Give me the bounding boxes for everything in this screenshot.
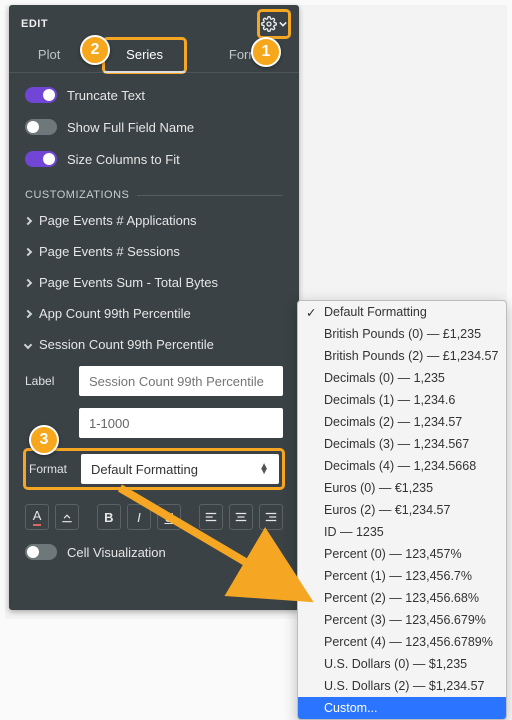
fill-color-button[interactable] [55,504,79,530]
menu-item[interactable]: Percent (3) — 123,456.679% [298,609,506,631]
toggle-fullname[interactable] [25,119,57,135]
menu-item[interactable]: Euros (0) — €1,235 [298,477,506,499]
format-select[interactable]: Default Formatting ▲▼ [81,454,279,484]
tab-plot[interactable]: Plot [24,39,74,72]
menu-item[interactable]: Default Formatting [298,301,506,323]
format-menu: Default Formatting British Pounds (0) — … [297,300,507,720]
accordion-item[interactable]: Page Events Sum - Total Bytes [9,267,299,298]
callout-1: 1 [251,37,281,67]
accordion-item[interactable]: Page Events # Sessions [9,236,299,267]
chevron-down-icon [24,340,32,348]
menu-item[interactable]: Percent (1) — 123,456.7% [298,565,506,587]
tab-series[interactable]: Series [104,39,185,72]
underline-button[interactable]: U [157,504,181,530]
menu-item[interactable]: British Pounds (2) — £1,234.57 [298,345,506,367]
select-arrows-icon: ▲▼ [259,464,269,474]
gear-icon[interactable] [259,11,289,37]
accordion-item[interactable]: Session Count 99th Percentile [9,329,299,360]
menu-item[interactable]: Percent (0) — 123,457% [298,543,506,565]
text-style-toolbar: A B I U [9,494,299,536]
menu-item[interactable]: Percent (2) — 123,456.68% [298,587,506,609]
bold-button[interactable]: B [97,504,121,530]
toggle-fit[interactable] [25,151,57,167]
align-left-button[interactable] [199,504,223,530]
panel-title: EDIT [21,18,48,30]
menu-item[interactable]: U.S. Dollars (2) — $1,234.57 [298,675,506,697]
accordion-label: Page Events # Sessions [39,244,180,259]
label-input[interactable] [79,366,283,396]
callout-3: 3 [29,425,59,455]
menu-item[interactable]: Euros (2) — €1,234.57 [298,499,506,521]
align-center-button[interactable] [229,504,253,530]
menu-item-custom[interactable]: Custom... [298,697,506,719]
menu-item[interactable]: Decimals (0) — 1,235 [298,367,506,389]
menu-item[interactable]: Percent (4) — 123,456.6789% [298,631,506,653]
label-label: Label [25,374,69,388]
range-input[interactable] [79,408,283,438]
section-customizations: CUSTOMIZATIONS [9,175,299,205]
chevron-right-icon [24,216,32,224]
align-right-button[interactable] [259,504,283,530]
menu-item[interactable]: Decimals (3) — 1,234.567 [298,433,506,455]
format-label: Format [29,462,73,476]
chevron-right-icon [24,309,32,317]
format-value: Default Formatting [91,462,198,477]
menu-item[interactable]: Decimals (1) — 1,234.6 [298,389,506,411]
toggle-label: Cell Visualization [67,545,166,560]
menu-item[interactable]: ID — 1235 [298,521,506,543]
chevron-right-icon [24,278,32,286]
accordion-label: Session Count 99th Percentile [39,337,214,352]
accordion-label: Page Events # Applications [39,213,197,228]
toggle-cellvis[interactable] [25,544,57,560]
accordion-label: Page Events Sum - Total Bytes [39,275,218,290]
menu-item[interactable]: Decimals (4) — 1,234.5668 [298,455,506,477]
chevron-right-icon [24,247,32,255]
toggle-label: Truncate Text [67,88,145,103]
accordion-item[interactable]: App Count 99th Percentile [9,298,299,329]
font-color-button[interactable]: A [25,504,49,530]
menu-item[interactable]: Decimals (2) — 1,234.57 [298,411,506,433]
menu-item[interactable]: British Pounds (0) — £1,235 [298,323,506,345]
callout-2: 2 [80,35,110,65]
menu-item[interactable]: U.S. Dollars (0) — $1,235 [298,653,506,675]
italic-button[interactable]: I [127,504,151,530]
toggle-truncate[interactable] [25,87,57,103]
accordion-label: App Count 99th Percentile [39,306,191,321]
toggle-label: Show Full Field Name [67,120,194,135]
toggle-label: Size Columns to Fit [67,152,180,167]
edit-panel: EDIT Plot Series Format Truncate Text Sh… [9,5,299,610]
accordion-item[interactable]: Page Events # Applications [9,205,299,236]
